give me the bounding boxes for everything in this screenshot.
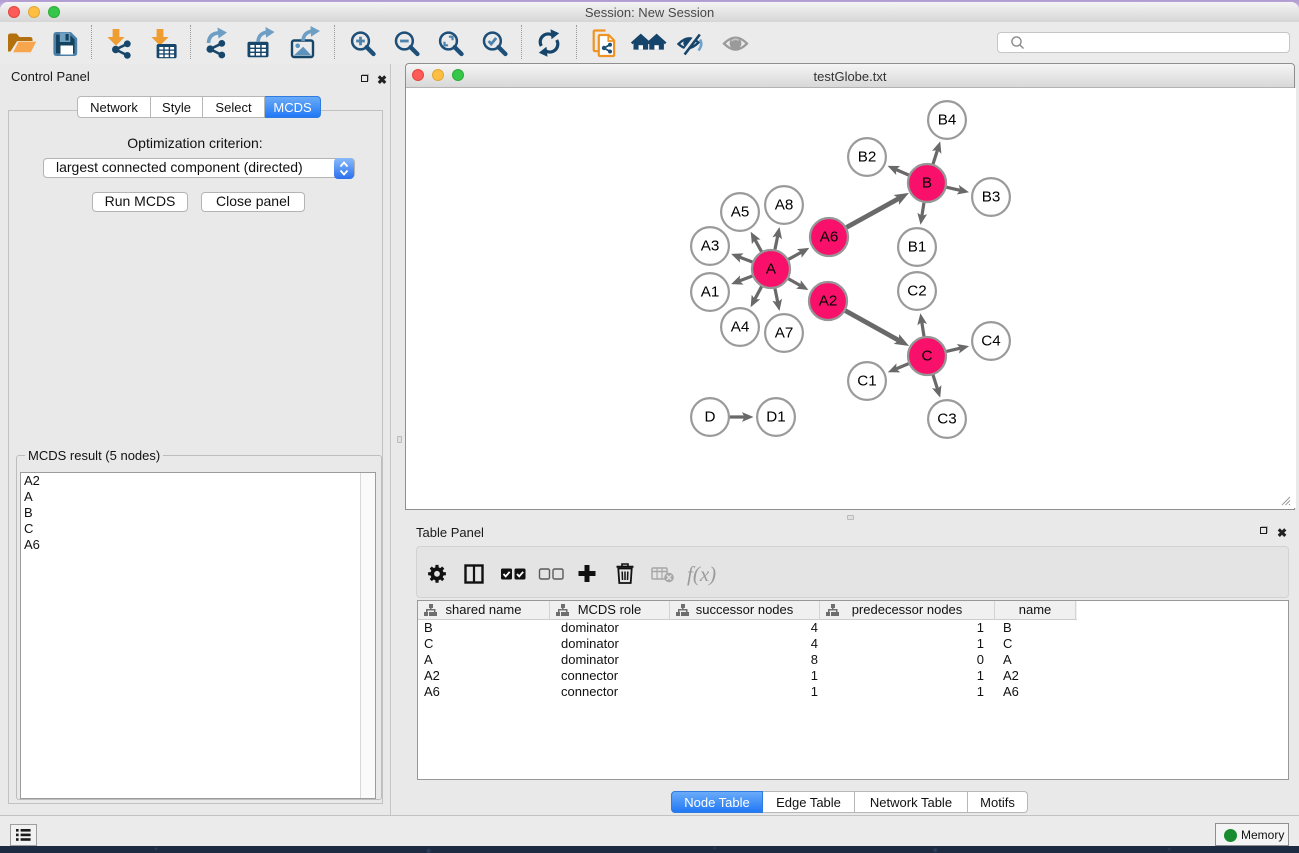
svg-text:A4: A4 <box>731 319 750 336</box>
svg-text:C1: C1 <box>857 373 876 390</box>
svg-text:B: B <box>922 175 932 192</box>
svg-text:C2: C2 <box>907 283 926 300</box>
svg-text:C3: C3 <box>937 411 956 428</box>
svg-text:A2: A2 <box>819 293 838 310</box>
svg-text:B2: B2 <box>858 149 877 166</box>
svg-text:A6: A6 <box>820 229 839 246</box>
svg-text:A5: A5 <box>731 204 750 221</box>
svg-text:C4: C4 <box>981 333 1000 350</box>
svg-text:A1: A1 <box>701 284 720 301</box>
svg-text:A7: A7 <box>775 325 794 342</box>
svg-text:B4: B4 <box>938 112 957 129</box>
svg-text:D: D <box>705 409 716 426</box>
svg-text:A: A <box>766 261 777 278</box>
svg-text:D1: D1 <box>766 409 785 426</box>
svg-text:B3: B3 <box>982 189 1001 206</box>
svg-text:A8: A8 <box>775 197 794 214</box>
svg-text:C: C <box>922 348 933 365</box>
svg-text:f(x): f(x) <box>687 562 716 586</box>
svg-text:B1: B1 <box>908 239 927 256</box>
svg-text:A3: A3 <box>701 238 720 255</box>
